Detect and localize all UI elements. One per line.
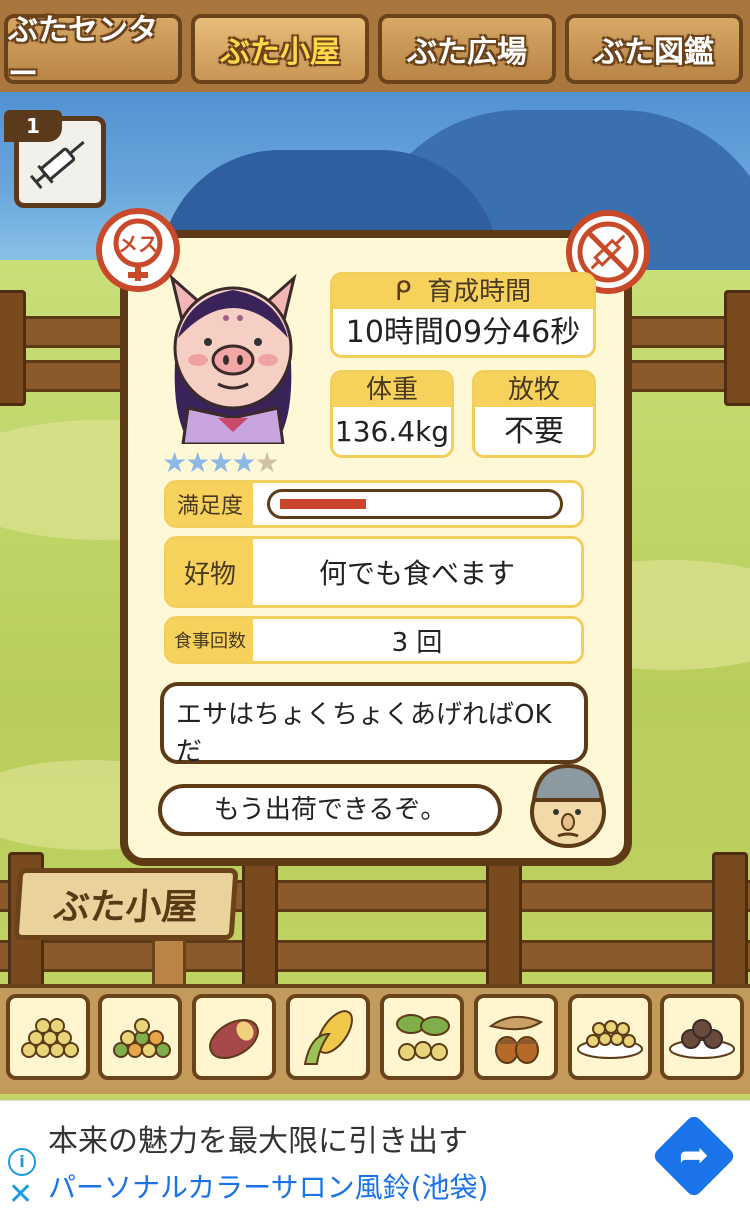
fence-post xyxy=(242,860,278,996)
food-slot-6[interactable] xyxy=(474,994,558,1080)
ad-subtitle[interactable]: パーソナルカラーサロン風鈴(池袋) xyxy=(48,1166,488,1206)
food-slot-5[interactable] xyxy=(380,994,464,1080)
weight-panel: 体重 136.4kg xyxy=(330,370,454,458)
star-icon: ★ xyxy=(231,446,256,479)
leaf-nuts-icon xyxy=(396,1014,450,1061)
food-slot-2[interactable] xyxy=(98,994,182,1080)
favorite-food-value: 何でも食べます xyxy=(318,557,515,590)
satisfaction-label: 満足度 xyxy=(167,483,253,525)
location-sign: ぶた小屋 xyxy=(13,868,239,940)
soybean-bowl-icon xyxy=(577,1020,643,1059)
arrow-right-icon: ➦ xyxy=(678,1135,710,1176)
sweet-potato-icon xyxy=(209,1019,259,1059)
meal-count-value: 3 回 xyxy=(391,627,443,658)
food-slot-1[interactable] xyxy=(6,994,90,1080)
star-icon: ★ xyxy=(254,446,279,479)
growth-time-panel: ᑭ 育成時間 10時間09分46秒 xyxy=(330,272,596,358)
grain-pile-icon xyxy=(21,1018,79,1058)
fence-post xyxy=(712,852,748,998)
tab-buta-koya[interactable]: ぶた小屋 xyxy=(191,14,369,84)
farmer-speech-bubble-advice: エサはちょくちょくあげればOKだ xyxy=(160,682,588,767)
star-rating: ★★★★★ xyxy=(162,446,280,479)
favorite-food-row: 好物 何でも食べます xyxy=(164,536,584,608)
grazing-value: 不要 xyxy=(504,414,564,449)
tab-buta-zukan[interactable]: ぶた図鑑 xyxy=(565,14,743,84)
fence-post xyxy=(724,290,750,406)
pig-portrait[interactable] xyxy=(158,268,308,444)
mixed-beans-icon xyxy=(113,1018,171,1058)
dumpling-plate-icon xyxy=(669,1019,735,1059)
top-tab-bar: ぶたセンター ぶた小屋 ぶた広場 ぶた図鑑 xyxy=(0,0,750,92)
ad-close-icon[interactable]: ✕ xyxy=(8,1180,33,1210)
pig-tail-icon: ᑭ xyxy=(394,277,412,307)
ad-title[interactable]: 本来の魅力を最大限に引き出す xyxy=(48,1116,468,1160)
fence-post xyxy=(486,860,522,996)
weight-value: 136.4kg xyxy=(334,415,450,448)
item-count-badge: 1 xyxy=(4,110,62,142)
meal-count-label: 食事回数 xyxy=(167,619,253,661)
star-icon: ★ xyxy=(185,446,210,479)
satisfaction-meter xyxy=(267,489,563,519)
acorn-icon xyxy=(488,1015,544,1064)
grazing-panel: 放牧 不要 xyxy=(472,370,596,458)
food-slot-3[interactable] xyxy=(192,994,276,1080)
growth-time-label: 育成時間 xyxy=(427,277,532,307)
farmer-speech-bubble-status: もう出荷できるぞ。 xyxy=(158,784,502,836)
star-icon: ★ xyxy=(162,446,187,479)
tab-buta-center[interactable]: ぶたセンター xyxy=(4,13,182,92)
weight-header: 体重 xyxy=(333,373,451,407)
ad-info-icon[interactable]: i xyxy=(8,1148,36,1176)
food-slot-8[interactable] xyxy=(660,994,744,1080)
corn-icon xyxy=(303,1010,353,1065)
farmer-avatar xyxy=(530,763,606,848)
satisfaction-row: 満足度 xyxy=(164,480,584,528)
food-slot-4[interactable] xyxy=(286,994,370,1080)
meal-count-row: 食事回数 3 回 xyxy=(164,616,584,664)
grazing-header: 放牧 xyxy=(475,373,593,407)
satisfaction-meter-fill xyxy=(280,499,366,509)
fence-rail xyxy=(0,940,750,972)
favorite-food-label: 好物 xyxy=(167,539,253,605)
tab-buta-hiroba[interactable]: ぶた広場 xyxy=(378,14,556,84)
growth-time-value: 10時間09分46秒 xyxy=(345,315,581,350)
food-slot-7[interactable] xyxy=(568,994,652,1080)
star-icon: ★ xyxy=(208,446,233,479)
growth-time-header: ᑭ 育成時間 xyxy=(333,275,593,309)
gender-label: メス xyxy=(118,232,158,256)
fence-post xyxy=(0,290,26,406)
